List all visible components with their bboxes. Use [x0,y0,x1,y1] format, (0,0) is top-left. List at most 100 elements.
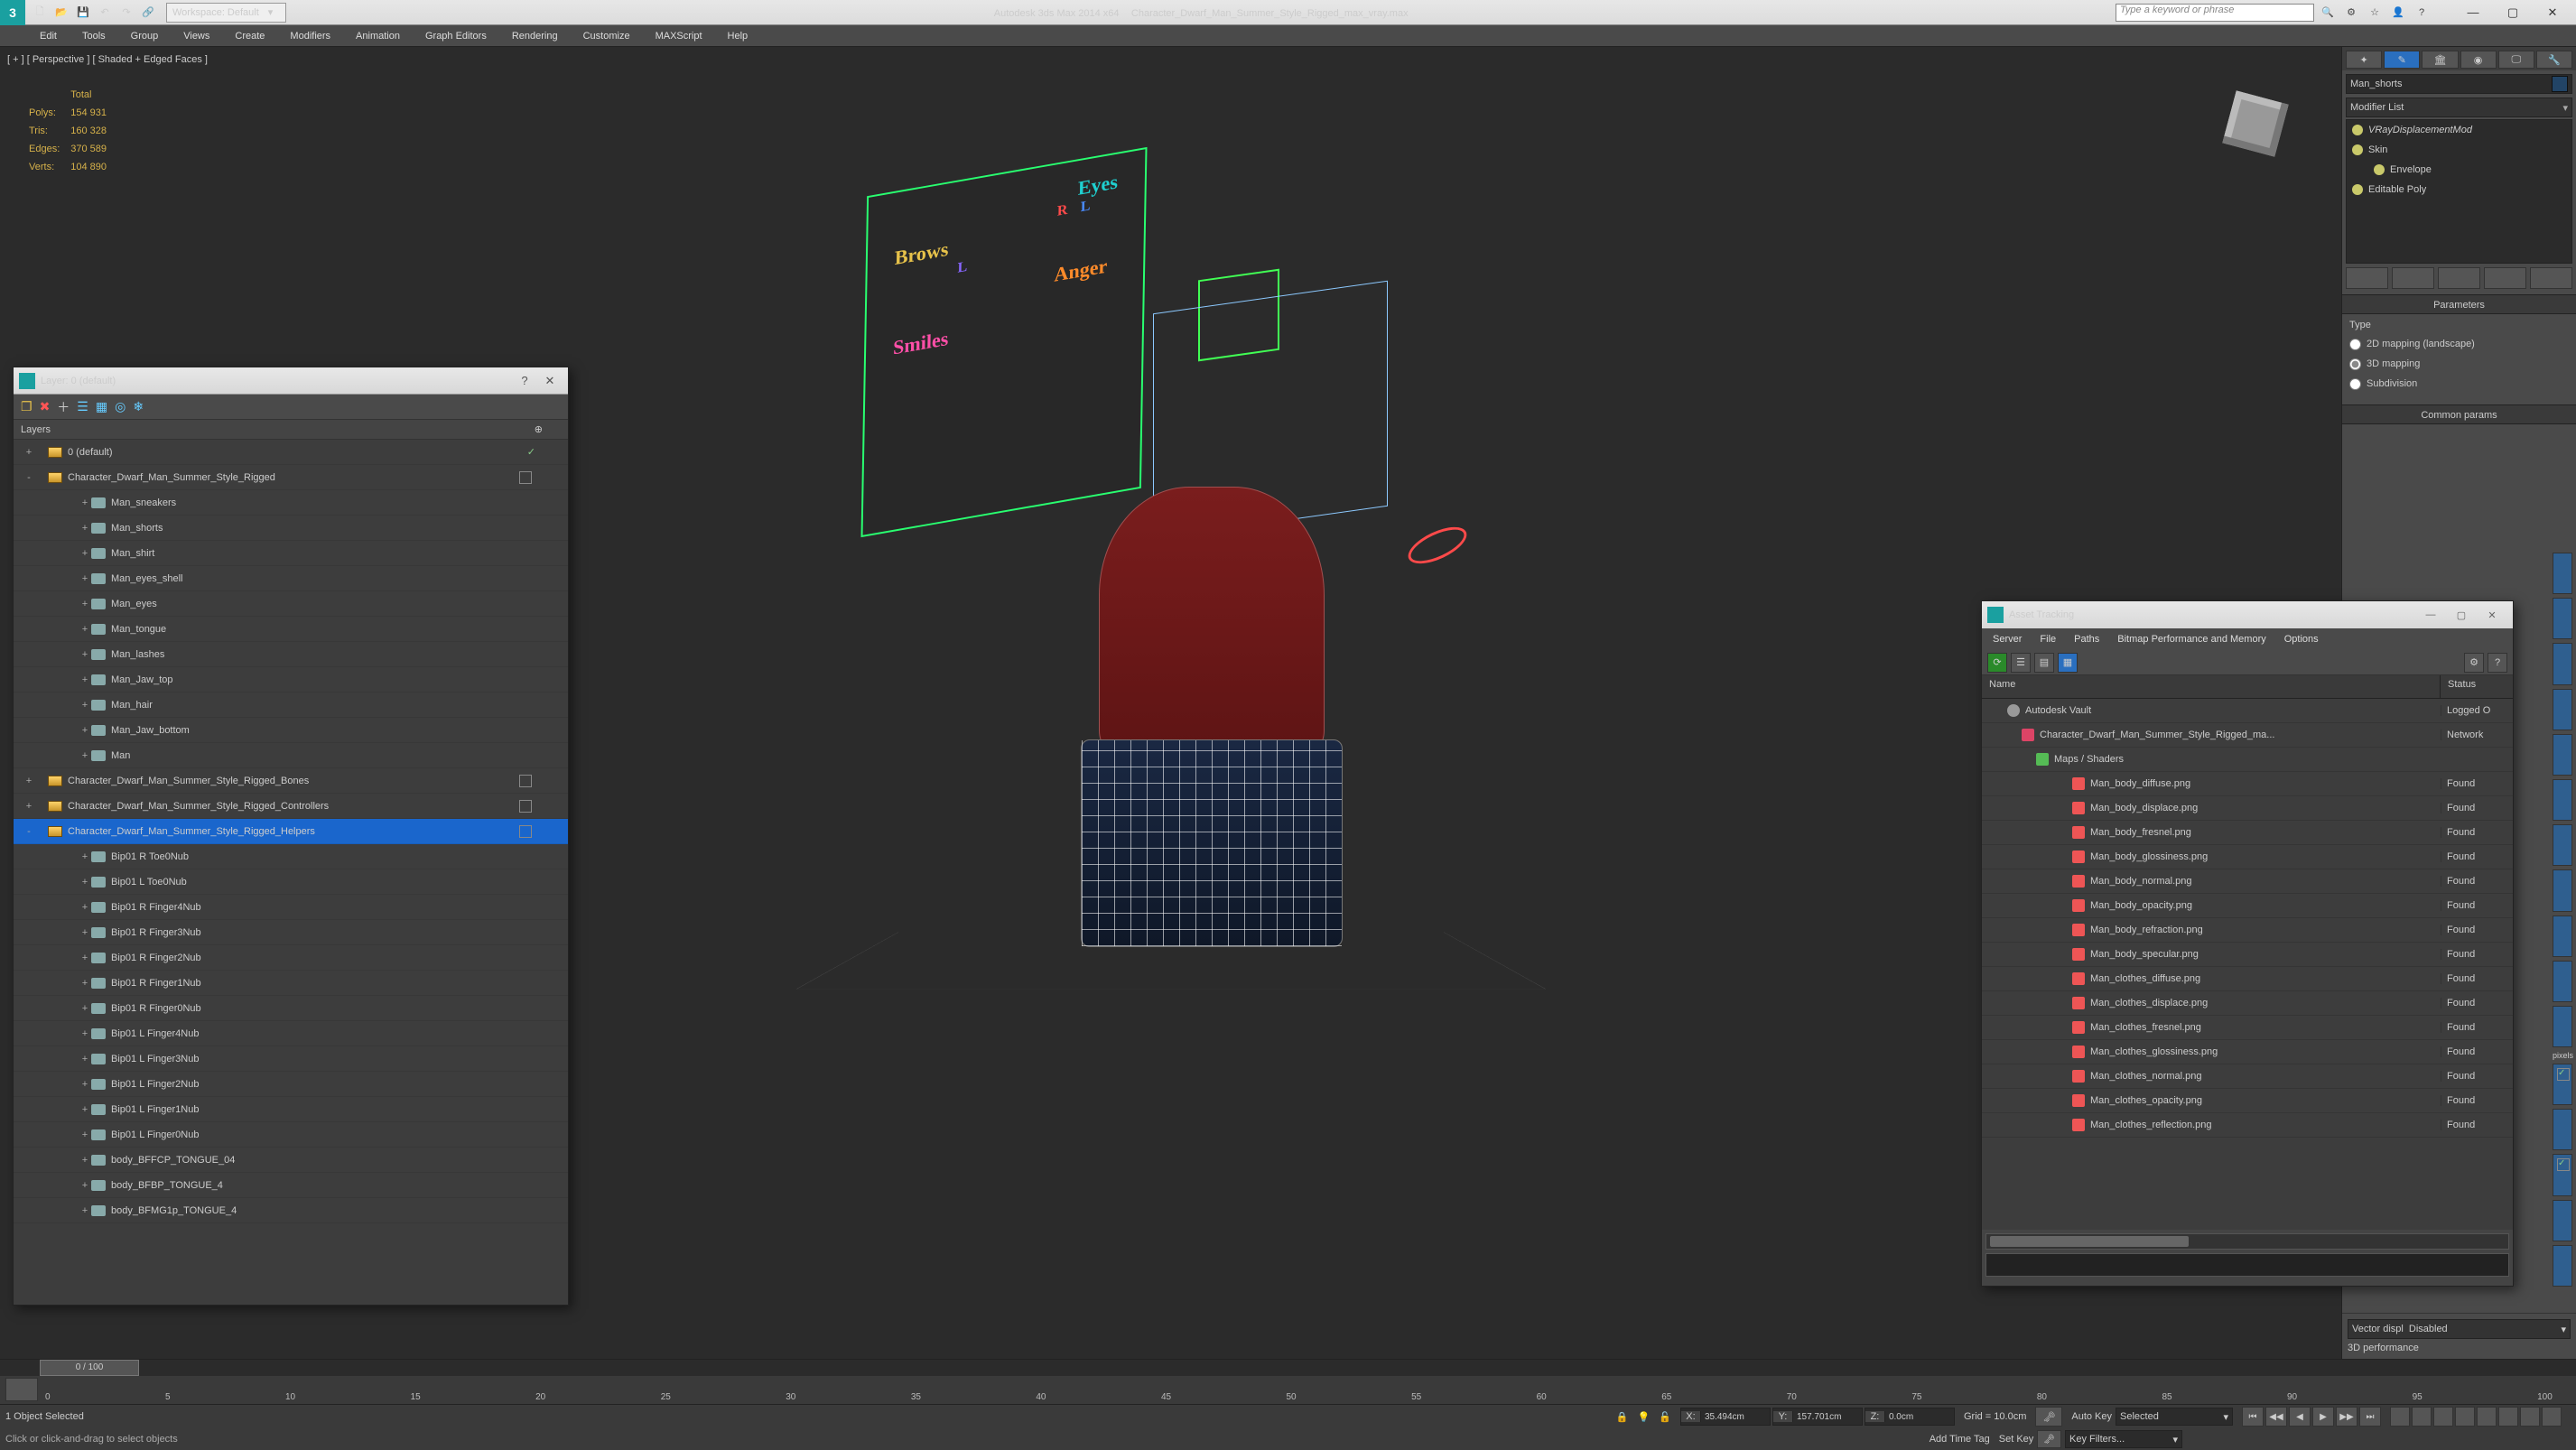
modifier-enabled-icon[interactable] [2352,125,2363,135]
object-row[interactable]: +Bip01 R Finger4Nub [14,895,568,920]
app-icon[interactable]: 3 [0,0,25,25]
asset-columns-header[interactable]: Name Status [1982,675,2513,699]
object-row[interactable]: +Bip01 L Finger4Nub [14,1021,568,1046]
comm-center-icon[interactable]: ⚙ [2341,3,2361,23]
object-row[interactable]: +Man_eyes [14,591,568,617]
object-row[interactable]: +Bip01 L Finger2Nub [14,1072,568,1097]
asset-row[interactable]: Maps / Shaders [1982,748,2513,772]
side-toggle[interactable] [2553,961,2572,1002]
help-icon[interactable]: ? [2412,3,2432,23]
expand-toggle[interactable]: + [79,1003,91,1014]
expand-toggle[interactable]: + [79,1205,91,1216]
asset-row[interactable]: Man_body_specular.pngFound [1982,943,2513,967]
y-field[interactable]: Y:157.701cm [1772,1408,1863,1426]
asset-tracking-window[interactable]: Asset Tracking — ▢ ✕ ServerFilePathsBitm… [1981,600,2514,1287]
modifier-enabled-icon[interactable] [2374,164,2385,175]
layer-visibility-checkbox[interactable] [519,775,532,787]
motion-tab[interactable]: ◉ [2460,51,2497,69]
expand-toggle[interactable]: + [79,851,91,862]
expand-toggle[interactable]: + [23,776,35,786]
object-row[interactable]: +body_BFMG1p_TONGUE_4 [14,1198,568,1223]
select-layer-icon[interactable]: ☰ [77,399,88,414]
time-slider-knob[interactable]: 0 / 100 [40,1360,139,1376]
set-key-button[interactable]: 🗝 [2037,1430,2061,1448]
key-filter-dropdown[interactable]: Selected▾ [2116,1408,2233,1426]
minimize-button[interactable]: — [2453,0,2493,25]
side-toggle[interactable] [2553,643,2572,684]
new-icon[interactable]: 🗋 [29,2,51,23]
object-row[interactable]: +body_BFFCP_TONGUE_04 [14,1148,568,1173]
asset-row[interactable]: Man_clothes_diffuse.pngFound [1982,967,2513,991]
pan-button[interactable] [2498,1407,2518,1427]
object-row[interactable]: +Man_shorts [14,516,568,541]
side-toggle[interactable] [2553,689,2572,730]
side-toggle[interactable] [2553,1006,2572,1047]
object-row[interactable]: +Bip01 L Toe0Nub [14,869,568,895]
expand-toggle[interactable]: + [79,725,91,736]
expand-toggle[interactable]: + [79,1129,91,1140]
asset-help-icon[interactable]: ? [2488,653,2507,673]
menu-tools[interactable]: Tools [70,25,118,47]
prev-key-button[interactable]: ◀ [2289,1407,2311,1427]
expand-toggle[interactable]: + [79,599,91,609]
layer-visibility-checkbox[interactable] [519,800,532,813]
menu-group[interactable]: Group [118,25,172,47]
layer-row[interactable]: -Character_Dwarf_Man_Summer_Style_Rigged [14,465,568,490]
type-2d-landscape-radio[interactable]: 2D mapping (landscape) [2349,334,2569,354]
refresh-icon[interactable]: ⟳ [1987,653,2007,673]
asset-options-icon[interactable]: ⚙ [2464,653,2484,673]
object-row[interactable]: +Man_eyes_shell [14,566,568,591]
time-slider[interactable]: 0 / 100 [0,1360,2576,1376]
expand-toggle[interactable]: + [79,497,91,508]
undo-icon[interactable]: ↶ [94,2,116,23]
zoom-all-button[interactable] [2412,1407,2432,1427]
expand-toggle[interactable]: + [79,624,91,635]
layer-column-header[interactable]: Layers ⊕ [14,420,568,440]
side-toggle[interactable] [2553,1200,2572,1241]
layer-manager-window[interactable]: Layer: 0 (default) ? ✕ ❐ ✖ ＋ ☰ ▦ ◎ ❄ Lay… [13,367,569,1306]
side-toggle[interactable] [2553,1245,2572,1287]
object-row[interactable]: +Man [14,743,568,768]
link-icon[interactable]: 🔗 [137,2,159,23]
workspace-dropdown[interactable]: Workspace: Default ▾ [166,3,286,23]
asset-row[interactable]: Man_clothes_reflection.pngFound [1982,1113,2513,1138]
menu-views[interactable]: Views [171,25,222,47]
expand-toggle[interactable]: + [79,548,91,559]
x-field[interactable]: X:35.494cm [1680,1408,1771,1426]
asset-row[interactable]: Man_body_displace.pngFound [1982,796,2513,821]
max-toggle-button[interactable] [2542,1407,2562,1427]
asset-row[interactable]: Man_clothes_fresnel.pngFound [1982,1016,2513,1040]
object-row[interactable]: +Bip01 R Finger3Nub [14,920,568,945]
configure-sets-button[interactable] [2530,267,2572,289]
asset-row[interactable]: Man_body_refraction.pngFound [1982,918,2513,943]
object-row[interactable]: +Bip01 L Finger0Nub [14,1122,568,1148]
asset-row[interactable]: Man_body_opacity.pngFound [1982,894,2513,918]
expand-toggle[interactable]: + [79,523,91,534]
timeline-ruler[interactable]: 0510152025303540455055606570758085909510… [0,1376,2576,1405]
redo-icon[interactable]: ↷ [116,2,137,23]
hand-control[interactable] [1402,519,1471,571]
object-color-swatch[interactable] [2552,76,2568,92]
open-icon[interactable]: 📂 [51,2,72,23]
layer-visibility-checkbox[interactable] [519,471,532,484]
modifier-enabled-icon[interactable] [2352,144,2363,155]
help-search-input[interactable]: Type a keyword or phrase [2116,4,2314,22]
modifier-stack-item[interactable]: VRayDisplacementMod [2347,120,2571,140]
lock-icon[interactable]: 🔒 [1616,1411,1629,1423]
zoom-extents-button[interactable] [2433,1407,2453,1427]
menu-help[interactable]: Help [715,25,761,47]
layer-tree[interactable]: +0 (default)✓-Character_Dwarf_Man_Summer… [14,440,568,1305]
selection-lock-icon[interactable]: 🔓 [1659,1411,1671,1423]
expand-toggle[interactable]: + [79,1054,91,1064]
pin-stack-button[interactable] [2346,267,2388,289]
side-toggle[interactable] [2553,734,2572,776]
hierarchy-tab[interactable]: 🏛 [2422,51,2458,69]
expand-toggle[interactable]: + [79,1155,91,1166]
expand-toggle[interactable]: - [23,472,35,483]
menu-modifiers[interactable]: Modifiers [277,25,343,47]
z-field[interactable]: Z:0.0cm [1865,1408,1955,1426]
object-row[interactable]: +Bip01 L Finger1Nub [14,1097,568,1122]
search-icon[interactable]: 🔍 [2318,3,2338,23]
object-row[interactable]: +Bip01 R Finger0Nub [14,996,568,1021]
menu-edit[interactable]: Edit [27,25,70,47]
